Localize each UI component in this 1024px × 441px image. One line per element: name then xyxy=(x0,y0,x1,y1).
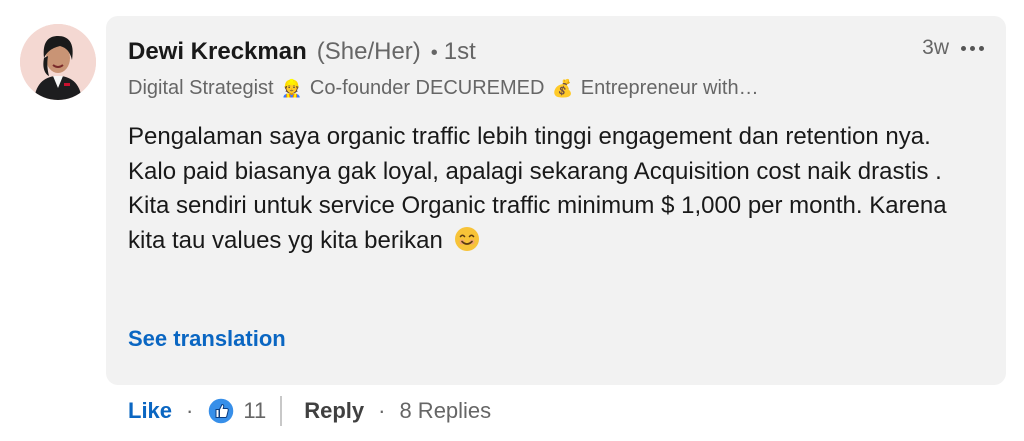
connection-degree: 1st xyxy=(443,38,476,65)
see-translation-link[interactable]: See translation xyxy=(128,326,286,352)
comment-bubble: Dewi Kreckman (She/Her) • 1st 3w Digital… xyxy=(106,16,1006,385)
headline-part: Co-founder DECUREMED xyxy=(309,77,545,99)
comment-actions: Like · 11 Reply · 8 Replies xyxy=(128,395,491,427)
comment-body: Pengalaman saya organic traffic lebih ti… xyxy=(128,123,947,254)
timestamp: 3w xyxy=(922,36,949,59)
headline-part: Entrepreneur with… xyxy=(580,77,759,99)
ellipsis-icon[interactable] xyxy=(959,42,986,55)
like-button[interactable]: Like xyxy=(128,398,172,424)
thumbs-up-icon[interactable] xyxy=(207,397,236,425)
headline-part: Digital Strategist xyxy=(128,77,274,99)
separator-dot: · xyxy=(186,398,194,423)
author-name[interactable]: Dewi Kreckman xyxy=(128,36,307,68)
comment-meta: 3w xyxy=(922,36,986,60)
money-bag-emoji-icon: 💰 xyxy=(552,79,574,98)
office-worker-emoji-icon: 👷 xyxy=(281,79,303,98)
separator-dot: · xyxy=(378,398,386,423)
smiling-face-emoji-icon xyxy=(454,226,479,251)
comment-text: Pengalaman saya organic traffic lebih ti… xyxy=(128,120,978,258)
replies-link[interactable]: 8 Replies xyxy=(399,398,491,424)
reply-button[interactable]: Reply xyxy=(304,398,364,424)
avatar[interactable] xyxy=(20,24,96,100)
avatar-photo xyxy=(20,24,96,100)
author-pronouns: (She/Her) xyxy=(316,38,421,65)
author-line: Dewi Kreckman (She/Her) • 1st xyxy=(128,36,476,69)
author-headline[interactable]: Digital Strategist 👷 Co-founder DECUREME… xyxy=(128,74,888,103)
separator-dot: • xyxy=(430,42,438,64)
divider xyxy=(280,396,283,426)
reaction-count[interactable]: 11 xyxy=(243,398,266,424)
